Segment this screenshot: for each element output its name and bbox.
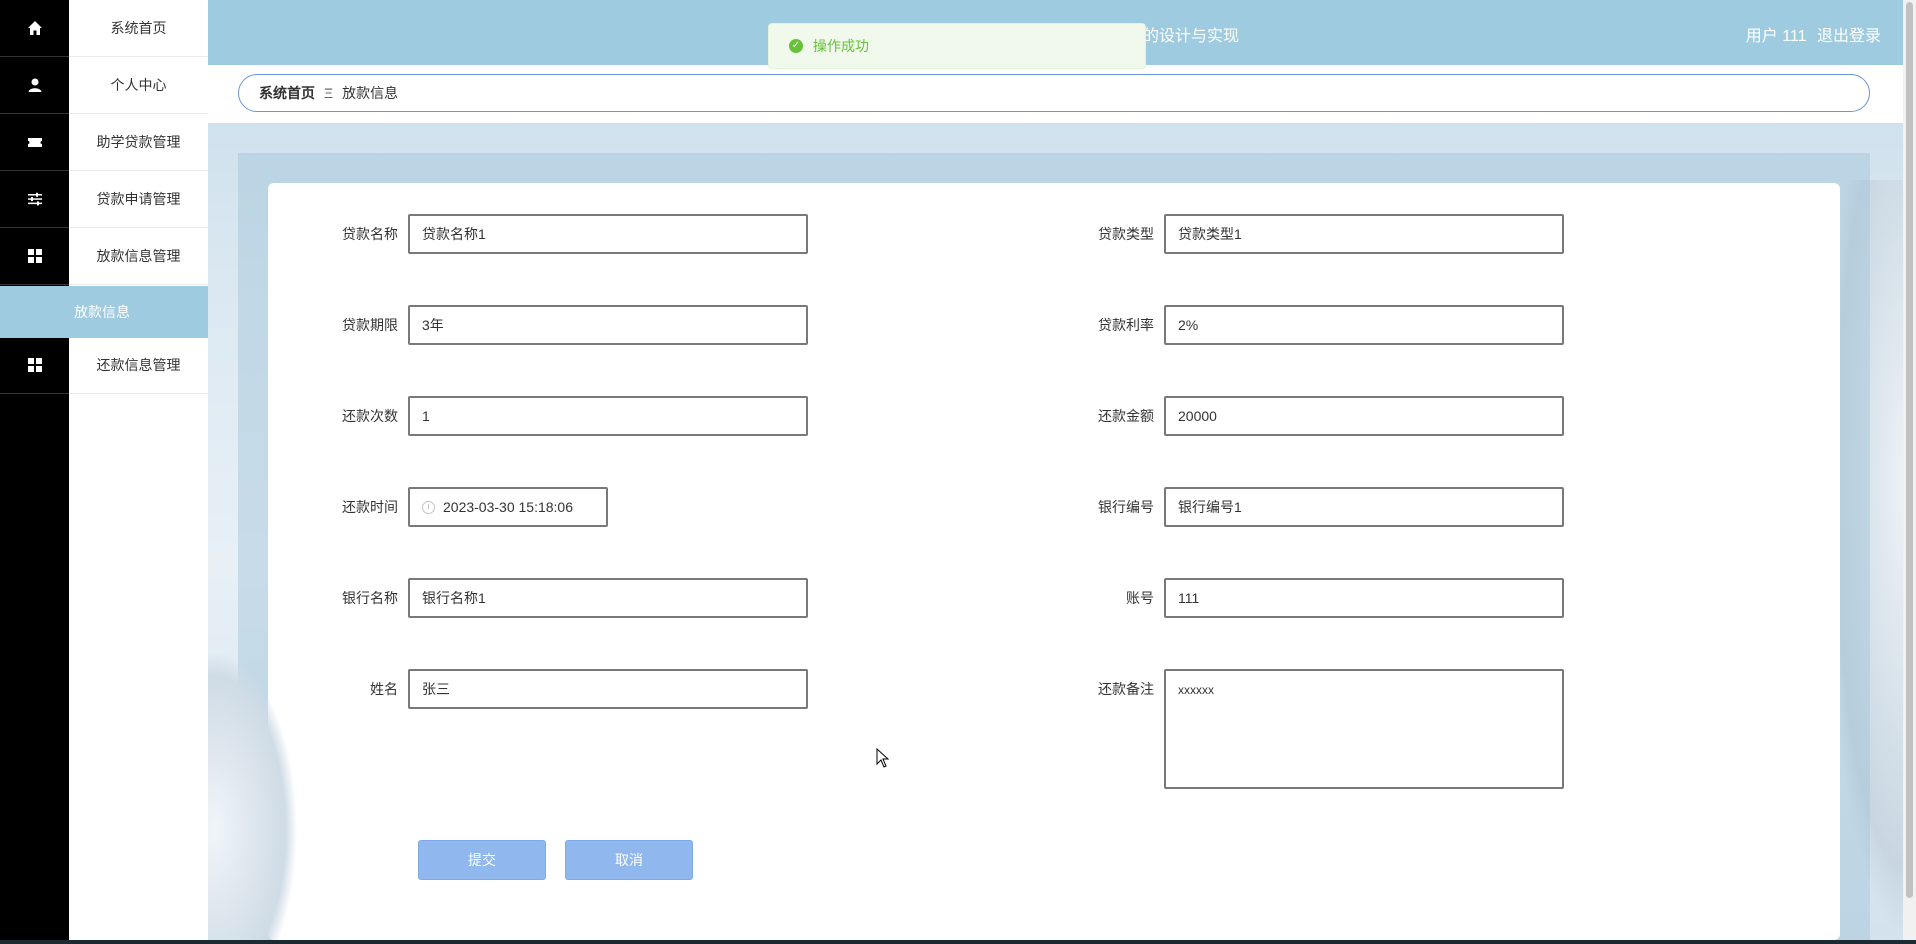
loan-term-label: 贷款期限 [342, 317, 398, 333]
name-label: 姓名 [370, 681, 398, 697]
sidebar-subitem-disbursement-info[interactable]: 放款信息 [0, 286, 208, 338]
sidebar-item-profile[interactable]: 个人中心 [69, 57, 208, 114]
grid-icon [27, 358, 42, 372]
sidebar-item-home[interactable]: 系统首页 [69, 0, 208, 57]
account-input[interactable]: 111 [1164, 578, 1564, 618]
bank-name-label: 银行名称 [342, 590, 398, 606]
loan-term-input[interactable]: 3年 [408, 305, 808, 345]
bank-no-input[interactable]: 银行编号1 [1164, 487, 1564, 527]
rail-user[interactable] [0, 57, 69, 114]
system-title: 的设计与实现 [1143, 28, 1240, 45]
field-repay-time: 还款时间 2023-03-30 15:18:06 [318, 487, 608, 527]
sidebar-item-loan-application[interactable]: 贷款申请管理 [69, 171, 208, 228]
repay-times-input[interactable]: 1 [408, 396, 808, 436]
taskbar-strip [0, 940, 1916, 944]
repay-times-label: 还款次数 [342, 408, 398, 424]
field-name: 姓名 张三 [318, 669, 808, 709]
field-loan-term: 贷款期限 3年 [318, 305, 808, 345]
success-toast: ✓ 操作成功 [768, 23, 1146, 69]
account-label: 账号 [1126, 590, 1154, 606]
rail-repay[interactable] [0, 337, 69, 394]
name-input[interactable]: 张三 [408, 669, 808, 709]
field-loan-name: 贷款名称 贷款名称1 [318, 214, 808, 254]
breadcrumb-separator: Ξ [324, 85, 334, 101]
field-repay-times: 还款次数 1 [318, 396, 808, 436]
loan-type-input[interactable]: 贷款类型1 [1164, 214, 1564, 254]
mouse-cursor-icon [876, 748, 890, 768]
loan-rate-label: 贷款利率 [1098, 317, 1154, 333]
breadcrumb-current: 放款信息 [342, 85, 399, 101]
breadcrumb-bar: 系统首页 Ξ 放款信息 [208, 65, 1903, 123]
submit-button[interactable]: 提交 [418, 840, 546, 880]
sidebar-menu: 系统首页 个人中心 助学贷款管理 贷款申请管理 放款信息管理 还款信息管理 [69, 0, 208, 940]
sidebar-item-loan-management[interactable]: 助学贷款管理 [69, 114, 208, 171]
breadcrumb: 系统首页 Ξ 放款信息 [238, 74, 1870, 112]
scrollbar-thumb[interactable] [1906, 2, 1913, 898]
user-label: 用户 111 [1745, 28, 1807, 45]
toast-message: 操作成功 [813, 38, 869, 54]
sidebar-item-repayment[interactable]: 还款信息管理 [69, 337, 208, 394]
field-account: 账号 111 [1074, 578, 1564, 618]
repay-time-picker[interactable]: 2023-03-30 15:18:06 [408, 487, 608, 527]
user-icon [28, 78, 41, 92]
bank-no-label: 银行编号 [1098, 499, 1154, 515]
repay-amount-label: 还款金额 [1098, 408, 1154, 424]
page-scrollbar[interactable] [1903, 0, 1916, 940]
grid-icon [27, 249, 42, 263]
loan-name-label: 贷款名称 [342, 226, 398, 242]
repay-time-label: 还款时间 [342, 499, 398, 515]
user-area: 用户 111 退出登录 [1740, 22, 1881, 46]
breadcrumb-home[interactable]: 系统首页 [259, 83, 315, 103]
rail-disburse[interactable] [0, 228, 69, 285]
loan-rate-input[interactable]: 2% [1164, 305, 1564, 345]
repay-note-textarea[interactable]: xxxxxx [1164, 669, 1564, 789]
loan-type-label: 贷款类型 [1098, 226, 1154, 242]
icon-rail [0, 0, 69, 940]
main-area: 的设计与实现 用户 111 退出登录 ✓ 操作成功 系统首页 Ξ 放款信息 贷款… [208, 0, 1903, 940]
ticket-icon [27, 138, 42, 147]
field-loan-type: 贷款类型 贷款类型1 [1074, 214, 1564, 254]
clock-icon [422, 500, 435, 514]
field-loan-rate: 贷款利率 2% [1074, 305, 1564, 345]
cancel-button[interactable]: 取消 [565, 840, 693, 880]
rail-loan[interactable] [0, 114, 69, 171]
repay-amount-input[interactable]: 20000 [1164, 396, 1564, 436]
field-bank-no: 银行编号 银行编号1 [1074, 487, 1564, 527]
home-icon [27, 21, 42, 35]
repay-note-label: 还款备注 [1098, 681, 1154, 697]
sidebar-item-disbursement[interactable]: 放款信息管理 [69, 228, 208, 285]
field-repay-note: 还款备注 xxxxxx [1074, 669, 1564, 789]
bank-name-input[interactable]: 银行名称1 [408, 578, 808, 618]
repay-time-value: 2023-03-30 15:18:06 [443, 499, 573, 515]
logout-link[interactable]: 退出登录 [1817, 28, 1881, 45]
form-card: 贷款名称 贷款名称1 贷款期限 3年 还款次数 1 还款时间 2023-03-3… [268, 183, 1840, 940]
field-repay-amount: 还款金额 20000 [1074, 396, 1564, 436]
field-bank-name: 银行名称 银行名称1 [318, 578, 808, 618]
rail-apply[interactable] [0, 171, 69, 228]
loan-name-input[interactable]: 贷款名称1 [408, 214, 808, 254]
check-circle-icon: ✓ [789, 39, 803, 53]
rail-home[interactable] [0, 0, 69, 57]
sliders-icon [27, 192, 42, 206]
